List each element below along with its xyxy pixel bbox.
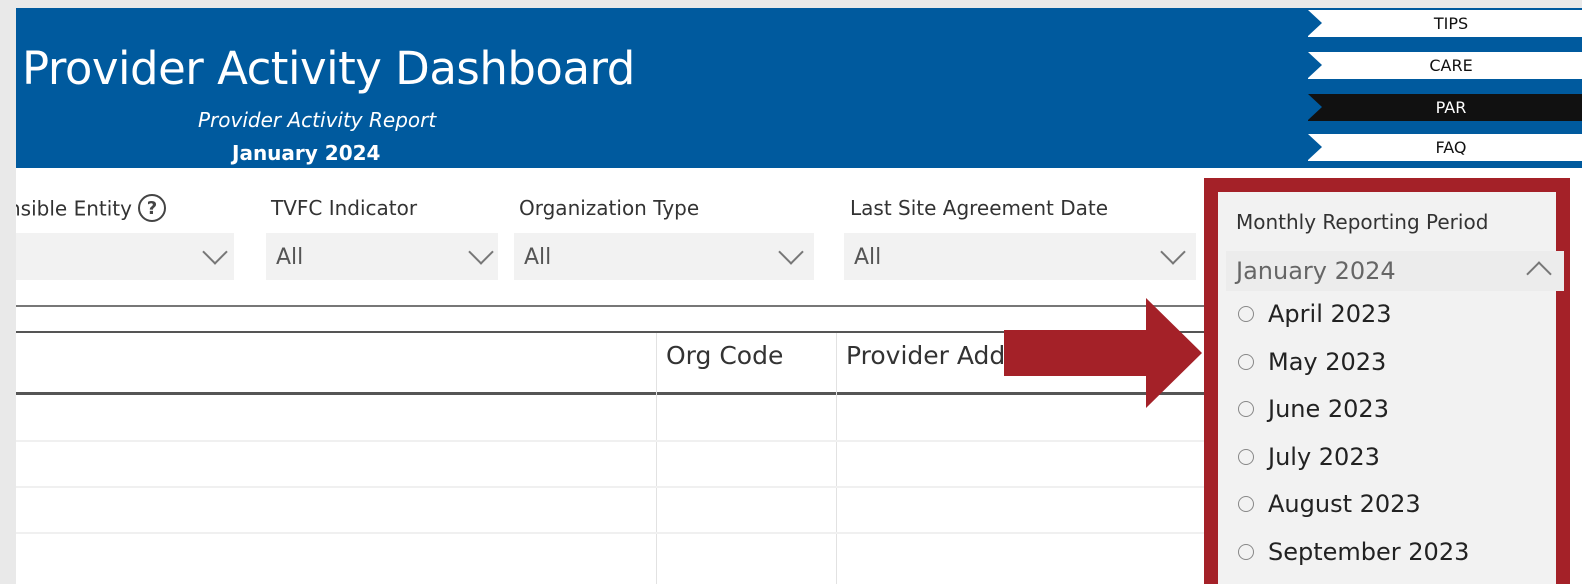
dashboard-canvas: Provider Activity Dashboard Provider Act… [16,8,1582,584]
chevron-down-icon [778,239,804,265]
reporting-period-highlight: Monthly Reporting Period January 2024 Ap… [1204,178,1570,584]
nav-link-faq[interactable]: FAQ [1308,134,1582,161]
responsible-entity-label-text: nsible Entity [16,196,132,221]
radio-icon [1238,401,1254,417]
option-label: June 2023 [1268,395,1389,423]
chevron-down-icon [1160,239,1186,265]
organization-type-value: All [524,245,552,270]
reporting-period-value: January 2024 [1236,257,1396,285]
nav-link-par[interactable]: PAR [1308,94,1582,121]
column-divider [656,333,657,584]
header-banner: Provider Activity Dashboard Provider Act… [16,8,1582,168]
help-icon[interactable]: ? [137,194,166,222]
organization-type-label: Organization Type [519,196,700,220]
radio-icon [1238,306,1254,322]
chevron-up-icon [1526,261,1552,287]
site-agreement-date-value: All [854,245,882,270]
radio-icon [1238,354,1254,370]
reporting-period-option[interactable]: August 2023 [1238,490,1421,518]
radio-icon [1238,449,1254,465]
table-row [16,486,1212,488]
option-label: July 2023 [1268,443,1380,471]
responsible-entity-dropdown[interactable] [16,233,234,280]
radio-icon [1238,544,1254,560]
tvfc-indicator-value: All [276,245,304,270]
site-agreement-date-dropdown[interactable]: All [844,233,1196,280]
option-label: August 2023 [1268,490,1421,518]
responsible-entity-filter-label: nsible Entity? [16,194,166,224]
reporting-period-option[interactable]: May 2023 [1238,348,1386,376]
reporting-period-dropdown[interactable]: January 2024 [1226,251,1564,291]
reporting-period-option[interactable]: July 2023 [1238,443,1380,471]
column-divider [836,333,837,584]
table-row [16,532,1212,534]
organization-type-dropdown[interactable]: All [514,233,814,280]
radio-icon [1238,496,1254,512]
site-agreement-date-label: Last Site Agreement Date [850,196,1109,220]
chevron-down-icon [202,239,228,265]
nav-link-label: CARE [1429,56,1473,75]
chevron-down-icon [468,239,494,265]
nav-link-label: FAQ [1435,138,1467,157]
reporting-period-option[interactable]: April 2023 [1238,300,1392,328]
option-label: September 2023 [1268,538,1470,566]
column-header-provider-address[interactable]: Provider Add [846,341,1005,370]
nav-link-tips[interactable]: TIPS [1308,10,1582,37]
reporting-period-label: Monthly Reporting Period [1236,210,1489,234]
reporting-period-option[interactable]: June 2023 [1238,395,1389,423]
column-header-org-code[interactable]: Org Code [666,341,783,370]
nav-link-label: PAR [1435,98,1467,117]
page-subtitle: Provider Activity Report [198,108,437,132]
nav-link-care[interactable]: CARE [1308,52,1582,79]
reporting-period-option[interactable]: September 2023 [1238,538,1469,566]
header-period: January 2024 [232,141,381,165]
option-label: May 2023 [1268,348,1387,376]
arrow-right-icon [1004,298,1202,408]
table-row [16,440,1212,442]
tvfc-indicator-label: TVFC Indicator [271,196,418,220]
page-title: Provider Activity Dashboard [22,42,635,95]
tvfc-indicator-dropdown[interactable]: All [266,233,498,280]
option-label: April 2023 [1268,300,1392,328]
nav-link-label: TIPS [1433,14,1469,33]
